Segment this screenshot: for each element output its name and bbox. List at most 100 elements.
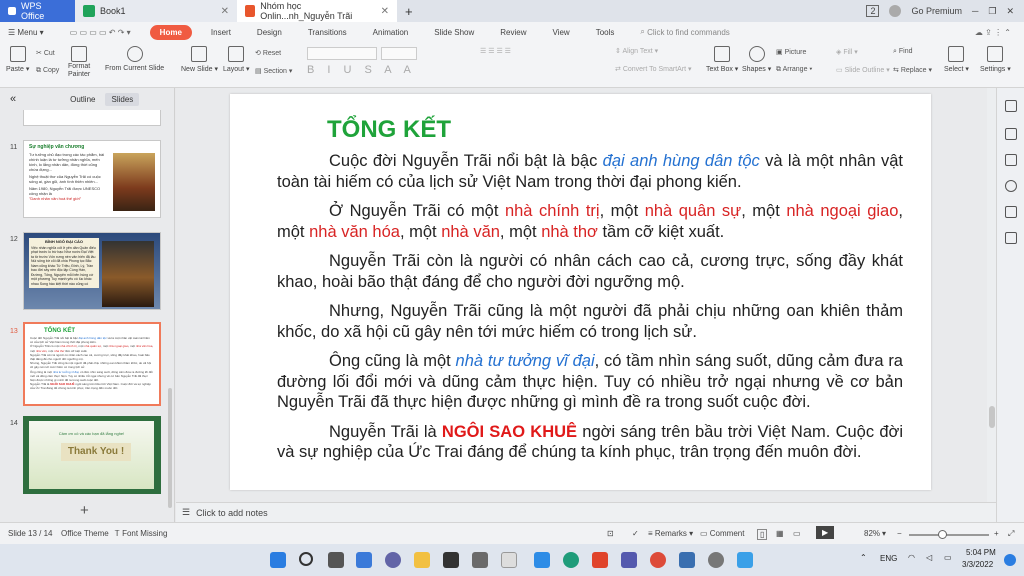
new-slide-button[interactable]: New Slide ▾	[181, 46, 218, 73]
font-format-buttons[interactable]: B I U S A A	[307, 64, 416, 76]
chrome-icon[interactable]	[650, 552, 666, 568]
tab-outline[interactable]: Outline	[64, 93, 101, 106]
search-commands[interactable]: ⌕ Click to find commands	[627, 22, 742, 42]
volume-icon[interactable]: ◁	[926, 553, 932, 562]
properties-icon[interactable]	[1005, 154, 1017, 166]
paragraph-buttons[interactable]: ☰ ☰ ☰ ☰	[480, 47, 511, 55]
select-button[interactable]: Select ▾	[944, 46, 969, 73]
spell-check-icon[interactable]: ✓	[632, 529, 639, 538]
clock-time[interactable]: 5:04 PM	[966, 548, 996, 557]
comment-button[interactable]: ▭ Comment	[700, 529, 744, 538]
edge-icon[interactable]	[563, 552, 579, 568]
new-tab-button[interactable]: +	[397, 0, 421, 22]
fill-button[interactable]: ◈ Fill ▾	[836, 48, 858, 56]
section-button[interactable]: ▤ Section ▾	[255, 67, 292, 75]
pane-scrollbar[interactable]	[168, 388, 172, 508]
zoom-slider[interactable]	[909, 534, 989, 536]
text-box-button[interactable]: Text Box ▾	[706, 46, 738, 73]
zoom-dropdown-icon[interactable]: ▾	[882, 529, 886, 538]
reading-view-icon[interactable]: ▭	[793, 529, 801, 538]
settings-button[interactable]: Settings ▾	[980, 46, 1011, 73]
tray-chevron-icon[interactable]: ⌃	[860, 553, 867, 562]
slide-body[interactable]: Cuộc đời Nguyễn Trãi nổi bật là bậc đại …	[277, 151, 903, 472]
picture-button[interactable]: ▣ Picture	[776, 48, 806, 56]
close-icon[interactable]: ✕	[381, 6, 389, 17]
reset-button[interactable]: ⟲ Reset	[255, 49, 281, 57]
convert-smartart-button[interactable]: ⇄ Convert To SmartArt ▾	[615, 65, 692, 73]
fit-window-icon[interactable]: ⤢	[1008, 529, 1014, 539]
zoom-app-icon[interactable]	[534, 552, 550, 568]
language-indicator[interactable]: ENG	[880, 554, 897, 563]
battery-icon[interactable]: ▭	[944, 553, 952, 562]
cursor-icon[interactable]	[1005, 128, 1017, 140]
zoom-slider-knob[interactable]	[938, 530, 947, 539]
tab-animation[interactable]: Animation	[360, 22, 422, 42]
slide-thumbnail-12[interactable]: BÌNH NGÔ ĐẠI CÁO Việc nhân nghĩa cốt ở y…	[23, 232, 161, 310]
mail-icon[interactable]	[472, 552, 488, 568]
close-window-icon[interactable]: ✕	[1006, 6, 1014, 17]
slide-sorter-icon[interactable]: ▦	[776, 529, 784, 538]
zoom-in-icon[interactable]: +	[994, 529, 999, 538]
tab-presentation[interactable]: Nhóm học Onlin...nh_Nguyễn Trãi ✕	[237, 0, 397, 22]
font-missing-button[interactable]: Ꭲ Font Missing	[115, 529, 167, 539]
fit-icon[interactable]: ⊡	[607, 529, 614, 538]
play-slideshow-button[interactable]: ▶	[816, 526, 835, 539]
menu-button[interactable]: ☰ Menu ▾	[0, 22, 57, 42]
find-button[interactable]: ⌕ Find	[893, 48, 913, 56]
from-current-slide-button[interactable]: From Current Slide	[105, 46, 164, 72]
tab-home[interactable]: Home	[149, 24, 192, 40]
clock-date[interactable]: 3/3/2022	[962, 560, 993, 569]
search-icon[interactable]	[299, 552, 313, 566]
tab-insert[interactable]: Insert	[198, 22, 244, 42]
store-icon[interactable]	[737, 552, 753, 568]
slide-outline-button[interactable]: ▭ Slide Outline ▾	[836, 66, 890, 74]
tab-design[interactable]: Design	[244, 22, 295, 42]
task-view-icon[interactable]	[328, 552, 344, 568]
upload-icon[interactable]	[1005, 232, 1017, 244]
slide-thumbnail-11[interactable]: Sự nghiệp văn chương Tư tưởng chủ đạo tr…	[23, 140, 161, 218]
minimize-icon[interactable]: ─	[972, 6, 978, 16]
close-icon[interactable]: ✕	[221, 6, 229, 17]
paste-button[interactable]: Paste ▾	[6, 46, 29, 73]
tab-book1[interactable]: Book1 ✕	[75, 0, 237, 22]
teams-icon[interactable]	[621, 552, 637, 568]
restore-icon[interactable]: ❐	[988, 6, 996, 17]
tab-transitions[interactable]: Transitions	[295, 22, 360, 42]
tab-view[interactable]: View	[540, 22, 583, 42]
cut-button[interactable]: ✂ Cut	[36, 49, 55, 57]
slide-thumbnail-10[interactable]	[23, 110, 161, 126]
sidebar-toggle-icon[interactable]	[1005, 100, 1017, 112]
format-painter-button[interactable]: Format Painter	[68, 46, 90, 79]
dropbox-icon[interactable]	[443, 552, 459, 568]
avatar[interactable]	[889, 5, 902, 17]
notification-badge[interactable]	[1004, 554, 1016, 566]
tab-wps-office[interactable]: WPS Office	[0, 0, 75, 22]
add-slide-button[interactable]: +	[80, 502, 89, 519]
premium-link[interactable]: Go Premium	[911, 6, 962, 16]
photos-icon[interactable]	[679, 552, 695, 568]
tab-count-badge[interactable]: 2	[866, 5, 880, 17]
slide-thumbnail-13[interactable]: TỔNG KẾT Cuộc đời Nguyễn Trãi nổi bật là…	[23, 322, 161, 406]
tab-slide-show[interactable]: Slide Show	[421, 22, 487, 42]
zoom-level[interactable]: 82%	[864, 529, 880, 538]
remarks-button[interactable]: ≡ Remarks ▾	[648, 529, 693, 538]
quick-access-toolbar[interactable]: ▭ ▭ ▭ ▭ ↶ ↷ ▾	[57, 22, 144, 42]
chat-icon[interactable]	[385, 552, 401, 568]
tab-review[interactable]: Review	[487, 22, 539, 42]
layout-button[interactable]: Layout ▾	[223, 46, 250, 73]
copy-button[interactable]: ⧉ Copy	[36, 67, 59, 75]
app-icon[interactable]	[501, 552, 517, 568]
scroll-thumb[interactable]	[989, 406, 995, 428]
replace-button[interactable]: ⇆ Replace ▾	[893, 66, 932, 74]
arrange-button[interactable]: ⧉ Arrange ▾	[776, 66, 812, 74]
wps-taskbar-icon[interactable]	[592, 552, 608, 568]
settings-gear-icon[interactable]	[708, 552, 724, 568]
history-icon[interactable]	[1005, 180, 1017, 192]
font-size-select[interactable]	[381, 47, 417, 60]
widgets-icon[interactable]	[356, 552, 372, 568]
zoom-out-icon[interactable]: −	[897, 529, 902, 538]
toolbar-right-icons[interactable]: ☁ ⇪ ⋮ ⌃	[962, 22, 1024, 42]
file-explorer-icon[interactable]	[414, 552, 430, 568]
notes-bar[interactable]: ☰ Click to add notes	[176, 502, 996, 522]
tab-tools[interactable]: Tools	[583, 22, 628, 42]
